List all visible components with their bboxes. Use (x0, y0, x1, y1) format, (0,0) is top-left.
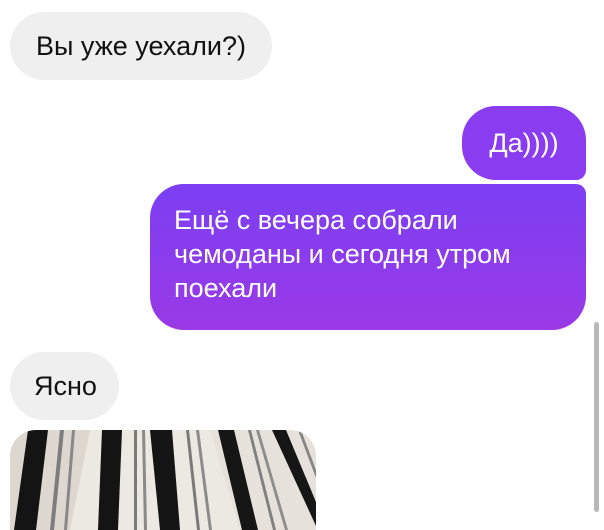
incoming-message-bubble[interactable]: Вы уже уехали?) (10, 12, 272, 80)
scrollbar[interactable] (594, 322, 599, 512)
photo-attachment[interactable] (10, 430, 316, 530)
chat-thread: Вы уже уехали?) Да)))) Ещё с вечера собр… (0, 0, 604, 530)
outgoing-message-bubble[interactable]: Да)))) (462, 106, 586, 180)
incoming-message-bubble[interactable]: Ясно (10, 352, 119, 420)
striped-fabric-image (10, 430, 316, 530)
outgoing-message-bubble[interactable]: Ещё с вечера собрали чемоданы и сегодня … (150, 184, 586, 330)
